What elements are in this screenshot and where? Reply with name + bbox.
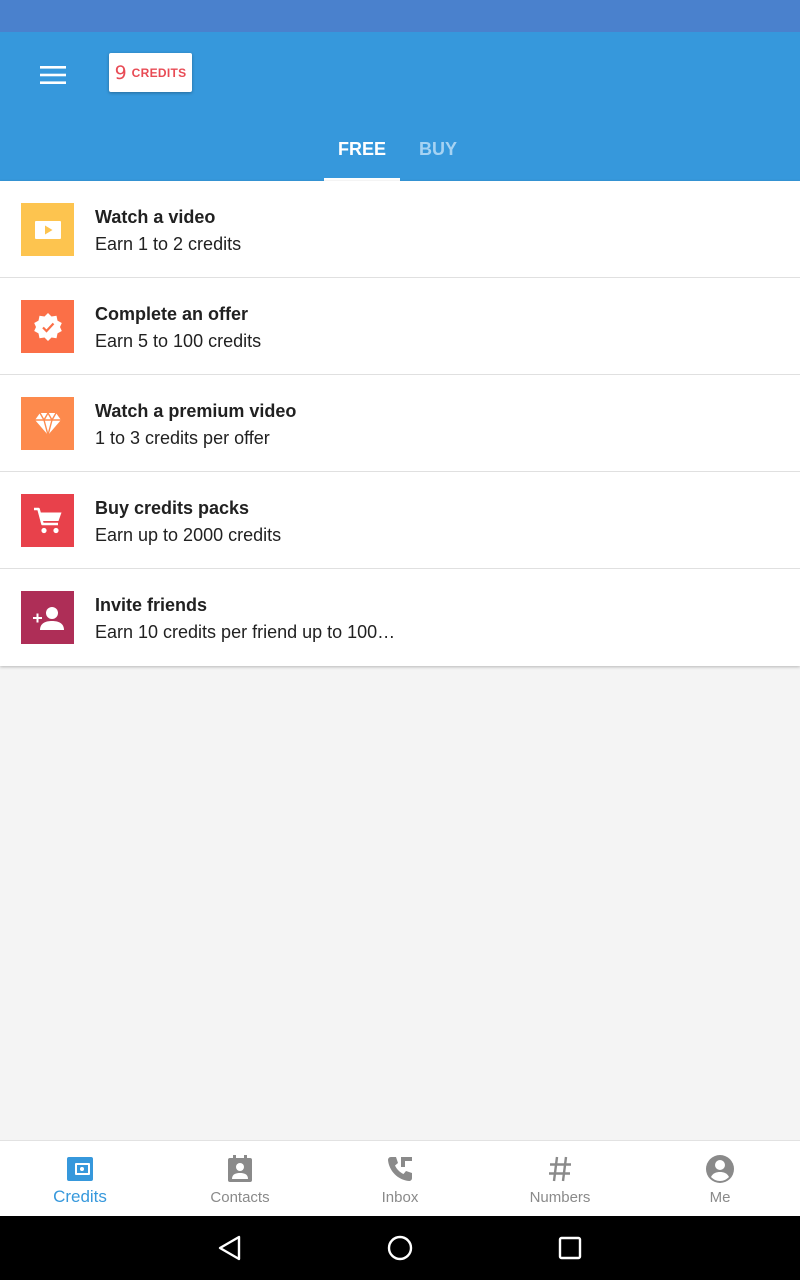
verified-badge-icon <box>21 300 74 353</box>
item-title: Complete an offer <box>95 304 249 324</box>
list-item-complete-offer[interactable]: Complete an offer Earn 5 to 100 credits <box>0 278 800 375</box>
menu-button[interactable] <box>28 56 80 94</box>
list-item-invite-friends[interactable]: Invite friends Earn 10 credits per frien… <box>0 569 800 666</box>
add-person-icon <box>21 591 74 644</box>
nav-label: Contacts <box>210 1189 270 1206</box>
phone-icon <box>384 1153 416 1185</box>
nav-label: Credits <box>53 1187 107 1206</box>
nav-item-credits[interactable]: Credits <box>0 1141 160 1217</box>
item-title: Invite friends <box>95 595 208 615</box>
nav-label: Numbers <box>529 1189 591 1206</box>
earn-options-list: Watch a video Earn 1 to 2 credits Comple… <box>0 181 800 666</box>
back-triangle-icon <box>218 1235 241 1261</box>
nav-item-inbox[interactable]: Inbox <box>320 1141 480 1217</box>
item-subtitle: 1 to 3 credits per offer <box>95 428 270 448</box>
item-subtitle: Earn 1 to 2 credits <box>95 234 242 254</box>
hash-icon <box>544 1153 576 1185</box>
item-title: Watch a premium video <box>95 401 297 421</box>
app-bar: 9 CREDITS FREE BUY <box>0 32 800 181</box>
account-icon <box>704 1153 736 1185</box>
recents-button[interactable] <box>552 1230 588 1266</box>
nav-label: Me <box>709 1189 731 1206</box>
tab-free[interactable]: FREE <box>324 129 400 181</box>
nav-item-contacts[interactable]: Contacts <box>160 1141 320 1217</box>
bottom-navigation: Credits Contacts Inbox Numbers Me <box>0 1140 800 1216</box>
credits-count: 9 <box>114 61 127 84</box>
hamburger-menu-icon <box>40 66 66 84</box>
recents-square-icon <box>558 1236 582 1260</box>
nav-item-me[interactable]: Me <box>640 1141 800 1217</box>
system-navigation-bar <box>0 1216 800 1280</box>
nav-label: Inbox <box>381 1189 419 1206</box>
item-subtitle: Earn 10 credits per friend up to 100… <box>95 622 396 642</box>
nav-item-numbers[interactable]: Numbers <box>480 1141 640 1217</box>
home-circle-icon <box>387 1235 413 1261</box>
credits-label: CREDITS <box>131 65 187 80</box>
play-icon <box>21 203 74 256</box>
credits-balance-button[interactable]: 9 CREDITS <box>109 53 192 92</box>
item-subtitle: Earn up to 2000 credits <box>95 525 282 545</box>
item-title: Buy credits packs <box>95 498 250 518</box>
wallet-icon <box>64 1153 96 1185</box>
diamond-icon <box>21 397 74 450</box>
back-button[interactable] <box>212 1230 248 1266</box>
item-subtitle: Earn 5 to 100 credits <box>95 331 262 351</box>
tab-buy[interactable]: BUY <box>400 129 476 181</box>
list-item-buy-credits[interactable]: Buy credits packs Earn up to 2000 credit… <box>0 472 800 569</box>
list-item-premium-video[interactable]: Watch a premium video 1 to 3 credits per… <box>0 375 800 472</box>
home-button[interactable] <box>382 1230 418 1266</box>
contacts-icon <box>224 1153 256 1185</box>
list-item-watch-video[interactable]: Watch a video Earn 1 to 2 credits <box>0 181 800 278</box>
status-bar <box>0 0 800 32</box>
item-title: Watch a video <box>95 207 216 227</box>
cart-icon <box>21 494 74 547</box>
